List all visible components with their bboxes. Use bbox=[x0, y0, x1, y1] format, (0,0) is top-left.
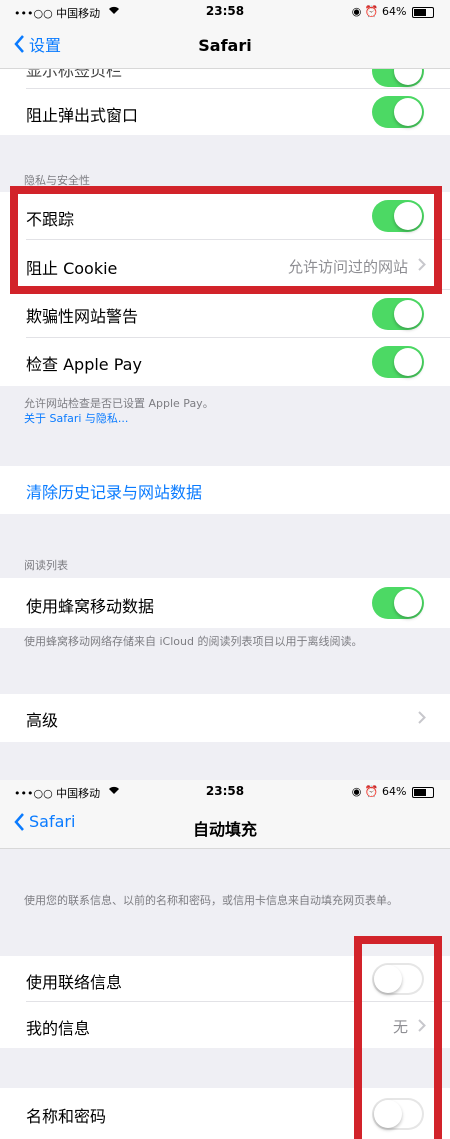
my-info-label: 我的信息 bbox=[26, 1019, 91, 1038]
status-bar: •••○○ 中国移动 23:58 ◉ ⏰ 64% bbox=[0, 0, 450, 24]
clear-history-label: 清除历史记录与网站数据 bbox=[26, 483, 203, 502]
advanced-label: 高级 bbox=[26, 711, 59, 730]
privacy-highlight-box bbox=[10, 186, 442, 294]
block-popups-row: 阻止弹出式窗口 bbox=[0, 89, 450, 135]
battery-percent: 64% bbox=[382, 5, 407, 18]
page-title: 自动填充 bbox=[192, 820, 257, 839]
partial-row-toggle[interactable] bbox=[372, 69, 424, 87]
fraud-warning-row: 欺骗性网站警告 bbox=[0, 290, 450, 338]
navigation-bar: Safari 自动填充 bbox=[0, 804, 450, 849]
navigation-bar: 设置 Safari bbox=[0, 24, 450, 69]
autofill-note: 使用您的联系信息、以前的名称和密码，或信用卡信息来自动填充网页表单。 bbox=[24, 894, 398, 907]
fraud-warning-label: 欺骗性网站警告 bbox=[26, 307, 139, 326]
use-contact-label: 使用联络信息 bbox=[26, 973, 123, 992]
cellular-data-toggle[interactable] bbox=[372, 587, 424, 619]
alarm-icon: ⏰ bbox=[364, 785, 379, 798]
about-safari-privacy-link[interactable]: 关于 Safari 与隐私... bbox=[24, 411, 426, 426]
partial-row-label: 显示标签页栏 bbox=[26, 69, 123, 80]
check-applepay-toggle[interactable] bbox=[372, 346, 424, 378]
status-bar: •••○○ 中国移动 23:58 ◉ ⏰ 64% bbox=[0, 780, 450, 804]
block-popups-label: 阻止弹出式窗口 bbox=[26, 106, 139, 125]
applepay-note: 允许网站检查是否已设置 Apple Pay。 bbox=[24, 397, 214, 410]
status-right: ◉ ⏰ 64% bbox=[352, 785, 434, 798]
partial-row: 显示标签页栏 bbox=[0, 69, 450, 89]
battery-percent: 64% bbox=[382, 785, 407, 798]
location-icon: ◉ bbox=[351, 785, 362, 798]
applepay-footer: 允许网站检查是否已设置 Apple Pay。 关于 Safari 与隐私... bbox=[24, 396, 426, 426]
alarm-icon: ⏰ bbox=[364, 5, 379, 18]
cellular-data-label: 使用蜂窝移动数据 bbox=[26, 597, 155, 616]
autofill-screen: •••○○ 中国移动 23:58 ◉ ⏰ 64% Safari 自动填充 使用您… bbox=[0, 780, 450, 1139]
check-applepay-row: 检查 Apple Pay bbox=[0, 338, 450, 386]
location-icon: ◉ bbox=[351, 5, 362, 18]
status-right: ◉ ⏰ 64% bbox=[352, 5, 434, 18]
block-popups-toggle[interactable] bbox=[372, 96, 424, 128]
battery-icon bbox=[412, 786, 434, 798]
reading-list-footer: 使用蜂窝移动网络存储来自 iCloud 的阅读列表项目以用于离线阅读。 bbox=[24, 635, 363, 648]
names-passwords-label: 名称和密码 bbox=[26, 1107, 107, 1126]
chevron-right-icon bbox=[418, 711, 426, 724]
advanced-row[interactable]: 高级 bbox=[0, 694, 450, 742]
reading-list-header: 阅读列表 bbox=[24, 559, 68, 572]
clear-history-row[interactable]: 清除历史记录与网站数据 bbox=[0, 466, 450, 514]
cellular-data-row: 使用蜂窝移动数据 bbox=[0, 578, 450, 628]
battery-icon bbox=[412, 6, 434, 18]
check-applepay-label: 检查 Apple Pay bbox=[26, 355, 142, 374]
toggles-highlight-box bbox=[354, 936, 442, 1139]
safari-settings-screen: •••○○ 中国移动 23:58 ◉ ⏰ 64% 设置 Safari 显示标签页… bbox=[0, 0, 450, 780]
fraud-warning-toggle[interactable] bbox=[372, 298, 424, 330]
page-title: Safari bbox=[198, 36, 252, 55]
